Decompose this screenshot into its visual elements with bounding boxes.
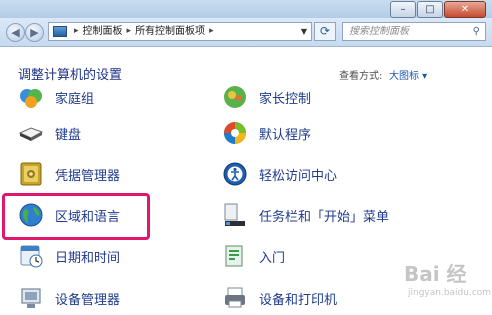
homegroup-label: 家庭组 bbox=[55, 91, 95, 107]
getting-started-label: 入门 bbox=[259, 250, 286, 266]
homegroup-icon bbox=[18, 84, 44, 110]
ease-of-access-label: 轻松访问中心 bbox=[259, 168, 338, 184]
view-by-dropdown[interactable]: 大图标 ▾ bbox=[389, 67, 427, 82]
item-date-time[interactable]: 日期和时间 bbox=[18, 243, 120, 269]
breadcrumb-separator-icon[interactable]: ▸ bbox=[209, 23, 214, 40]
default-programs-icon bbox=[222, 120, 248, 146]
maximize-button[interactable]: □ bbox=[417, 1, 443, 18]
default-programs-label: 默认程序 bbox=[259, 127, 312, 143]
view-by-label: 查看方式: bbox=[339, 71, 383, 82]
taskbar-start-menu-label: 任务栏和「开始」菜单 bbox=[259, 209, 390, 225]
watermark-logo: Bai 经 jingyan.baidu.com bbox=[404, 262, 492, 298]
forward-button[interactable]: ▶ bbox=[25, 23, 44, 42]
selection-highlight-box bbox=[2, 193, 150, 240]
refresh-icon: ⟳ bbox=[319, 24, 331, 38]
search-icon[interactable]: ⚲ bbox=[473, 23, 480, 40]
keyboard-icon bbox=[18, 120, 44, 146]
address-dropdown-icon[interactable]: ▼ bbox=[301, 23, 307, 40]
keyboard-label: 键盘 bbox=[55, 127, 82, 143]
back-arrow-icon: ◀ bbox=[11, 26, 20, 39]
item-parental-controls[interactable]: 家长控制 bbox=[222, 84, 311, 110]
calendar-clock-icon bbox=[18, 243, 44, 269]
credential-manager-label: 凭据管理器 bbox=[55, 168, 121, 184]
item-credential-manager[interactable]: 凭据管理器 bbox=[18, 161, 120, 187]
refresh-button[interactable]: ⟳ bbox=[314, 22, 336, 41]
window-controls: – □ ✕ bbox=[389, 1, 486, 18]
item-homegroup[interactable]: 家庭组 bbox=[18, 84, 94, 110]
breadcrumb-control-panel[interactable]: 控制面板 bbox=[83, 23, 123, 40]
printer-icon bbox=[222, 285, 248, 311]
device-manager-icon bbox=[18, 285, 44, 311]
ease-of-access-icon bbox=[222, 161, 248, 187]
breadcrumb-separator-icon[interactable]: ▸ bbox=[127, 23, 132, 40]
parental-controls-icon bbox=[222, 84, 248, 110]
search-input[interactable]: 搜索控制面板 ⚲ bbox=[342, 22, 486, 41]
item-device-manager[interactable]: 设备管理器 bbox=[18, 285, 120, 311]
forward-arrow-icon: ▶ bbox=[30, 26, 39, 39]
vault-icon bbox=[18, 161, 44, 187]
page-title: 调整计算机的设置 bbox=[18, 68, 123, 83]
device-manager-label: 设备管理器 bbox=[55, 292, 121, 308]
minimize-button[interactable]: – bbox=[390, 1, 416, 18]
item-ease-of-access[interactable]: 轻松访问中心 bbox=[222, 161, 337, 187]
devices-printers-label: 设备和打印机 bbox=[259, 292, 338, 308]
breadcrumb-separator-icon[interactable]: ▸ bbox=[74, 23, 79, 40]
item-devices-printers[interactable]: 设备和打印机 bbox=[222, 285, 337, 311]
taskbar-icon bbox=[222, 202, 248, 228]
item-taskbar-start-menu[interactable]: 任务栏和「开始」菜单 bbox=[222, 202, 389, 228]
address-bar[interactable]: ▸ 控制面板 ▸ 所有控制面板项 ▸ ▼ bbox=[48, 22, 312, 41]
search-placeholder: 搜索控制面板 bbox=[349, 26, 409, 37]
item-default-programs[interactable]: 默认程序 bbox=[222, 120, 311, 146]
title-bar: – □ ✕ bbox=[0, 0, 492, 18]
getting-started-icon bbox=[222, 243, 248, 269]
control-panel-icon bbox=[53, 26, 67, 37]
breadcrumb-all-items[interactable]: 所有控制面板项 bbox=[135, 23, 205, 40]
item-getting-started[interactable]: 入门 bbox=[222, 243, 285, 269]
parental-controls-label: 家长控制 bbox=[259, 91, 312, 107]
back-button[interactable]: ◀ bbox=[6, 23, 25, 42]
close-button[interactable]: ✕ bbox=[444, 1, 486, 18]
date-time-label: 日期和时间 bbox=[55, 250, 121, 266]
navigation-toolbar: ◀ ▶ ▸ 控制面板 ▸ 所有控制面板项 ▸ ▼ ⟳ 搜索控制面板 ⚲ bbox=[0, 18, 492, 47]
item-keyboard[interactable]: 键盘 bbox=[18, 120, 81, 146]
